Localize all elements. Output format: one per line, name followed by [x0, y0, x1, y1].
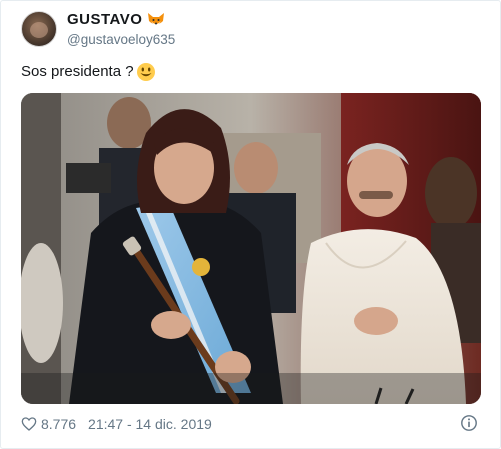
- heart-icon[interactable]: [21, 416, 37, 432]
- profile-avatar[interactable]: [21, 11, 57, 47]
- tweet-timestamp[interactable]: 21:47 - 14 dic. 2019: [88, 416, 212, 432]
- like-count[interactable]: 8.776: [41, 416, 76, 432]
- smiley-icon: [136, 62, 156, 82]
- tweet-footer: 8.776 21:47 - 14 dic. 2019: [21, 413, 212, 435]
- tweet-header: GUSTAVO @gustavoeloy635: [21, 9, 175, 49]
- tweet-media-photo[interactable]: [21, 93, 481, 404]
- tweet-text-row: Sos presidenta ?: [21, 61, 156, 83]
- info-icon[interactable]: [460, 414, 478, 432]
- tweet-card: GUSTAVO @gustavoeloy635 Sos presidenta ?: [0, 0, 501, 449]
- display-name[interactable]: GUSTAVO: [67, 11, 142, 29]
- user-handle[interactable]: @gustavoeloy635: [67, 31, 175, 48]
- user-names: GUSTAVO @gustavoeloy635: [67, 11, 175, 48]
- display-name-row[interactable]: GUSTAVO: [67, 11, 175, 29]
- fox-face-icon: [147, 12, 165, 28]
- tweet-text: Sos presidenta ?: [21, 63, 134, 80]
